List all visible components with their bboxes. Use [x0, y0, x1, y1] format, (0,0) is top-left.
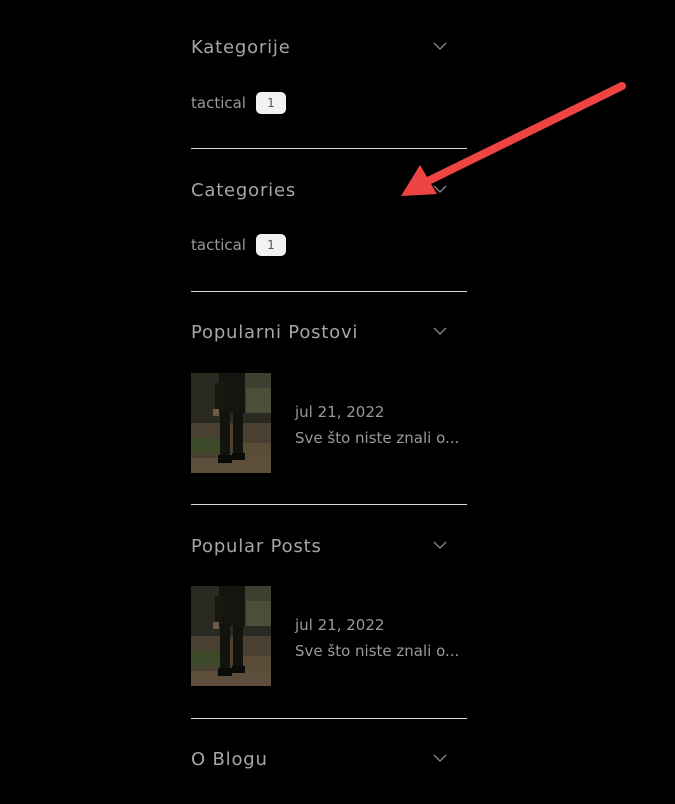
post-thumbnail[interactable] [191, 586, 271, 686]
chevron-down-icon[interactable] [433, 753, 447, 763]
category-count-badge: 1 [255, 234, 286, 256]
chevron-down-icon[interactable] [433, 41, 447, 51]
category-name[interactable]: tactical [191, 94, 246, 112]
widget-title-o-blogu[interactable]: O Blogu [191, 749, 268, 770]
widget-title-categories[interactable]: Categories [191, 180, 296, 201]
category-count-badge: 1 [255, 92, 286, 114]
chevron-down-icon[interactable] [433, 326, 447, 336]
widget-title-popular-posts[interactable]: Popular Posts [191, 536, 322, 557]
post-thumbnail[interactable] [191, 373, 271, 473]
list-item-category[interactable]: tactical 1 [191, 92, 286, 114]
post-date: jul 21, 2022 [295, 403, 385, 421]
post-title[interactable]: Sve što niste znali o... [295, 642, 467, 660]
divider [191, 148, 467, 149]
widget-title-popularni-postovi[interactable]: Popularni Postovi [191, 322, 358, 343]
post-date: jul 21, 2022 [295, 616, 385, 634]
chevron-down-icon[interactable] [433, 184, 447, 194]
chevron-down-icon[interactable] [433, 540, 447, 550]
category-name[interactable]: tactical [191, 236, 246, 254]
list-item-post[interactable]: jul 21, 2022 Sve što niste znali o... [191, 373, 467, 473]
list-item-post[interactable]: jul 21, 2022 Sve što niste znali o... [191, 586, 467, 686]
list-item-category[interactable]: tactical 1 [191, 234, 286, 256]
divider [191, 504, 467, 505]
widget-title-kategorije[interactable]: Kategorije [191, 37, 291, 58]
divider [191, 291, 467, 292]
post-title[interactable]: Sve što niste znali o... [295, 429, 467, 447]
divider [191, 718, 467, 719]
